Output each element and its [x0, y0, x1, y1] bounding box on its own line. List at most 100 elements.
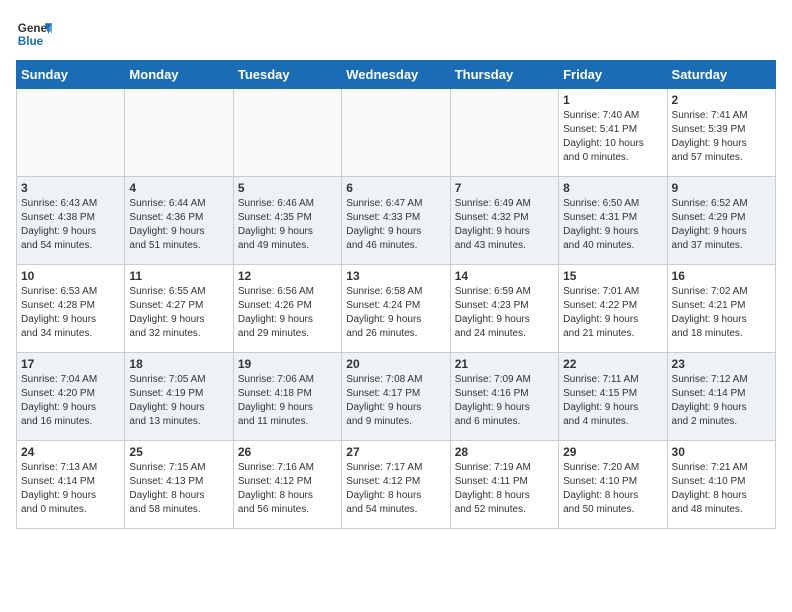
- week-row-4: 17 Sunrise: 7:04 AM Sunset: 4:20 PM Dayli…: [17, 353, 776, 441]
- day-cell-7: 7 Sunrise: 6:49 AM Sunset: 4:32 PM Daylig…: [450, 177, 558, 265]
- day-cell-17: 17 Sunrise: 7:04 AM Sunset: 4:20 PM Dayli…: [17, 353, 125, 441]
- day-cell-2: 2 Sunrise: 7:41 AM Sunset: 5:39 PM Daylig…: [667, 89, 775, 177]
- day-info: Sunrise: 7:06 AM Sunset: 4:18 PM Dayligh…: [238, 373, 337, 429]
- day-cell-26: 26 Sunrise: 7:16 AM Sunset: 4:12 PM Dayli…: [233, 441, 341, 529]
- weekday-header-thursday: Thursday: [450, 61, 558, 89]
- day-number: 29: [563, 445, 662, 459]
- day-info: Sunrise: 6:56 AM Sunset: 4:26 PM Dayligh…: [238, 285, 337, 341]
- day-cell-5: 5 Sunrise: 6:46 AM Sunset: 4:35 PM Daylig…: [233, 177, 341, 265]
- day-info: Sunrise: 6:58 AM Sunset: 4:24 PM Dayligh…: [346, 285, 445, 341]
- day-cell-12: 12 Sunrise: 6:56 AM Sunset: 4:26 PM Dayli…: [233, 265, 341, 353]
- week-row-5: 24 Sunrise: 7:13 AM Sunset: 4:14 PM Dayli…: [17, 441, 776, 529]
- day-cell-3: 3Sunrise: 6:43 AM Sunset: 4:38 PM Daylig…: [17, 177, 125, 265]
- weekday-header-wednesday: Wednesday: [342, 61, 450, 89]
- day-number: 25: [129, 445, 228, 459]
- day-info: Sunrise: 6:46 AM Sunset: 4:35 PM Dayligh…: [238, 197, 337, 253]
- day-cell-30: 30 Sunrise: 7:21 AM Sunset: 4:10 PM Dayli…: [667, 441, 775, 529]
- day-info: Sunrise: 7:08 AM Sunset: 4:17 PM Dayligh…: [346, 373, 445, 429]
- day-cell-18: 18 Sunrise: 7:05 AM Sunset: 4:19 PM Dayli…: [125, 353, 233, 441]
- day-number: 5: [238, 181, 337, 195]
- day-number: 2: [672, 93, 771, 107]
- week-row-1: 1Sunrise: 7:40 AM Sunset: 5:41 PM Daylig…: [17, 89, 776, 177]
- day-cell-13: 13 Sunrise: 6:58 AM Sunset: 4:24 PM Dayli…: [342, 265, 450, 353]
- day-info: Sunrise: 7:15 AM Sunset: 4:13 PM Dayligh…: [129, 461, 228, 517]
- day-info: Sunrise: 6:55 AM Sunset: 4:27 PM Dayligh…: [129, 285, 228, 341]
- day-cell-16: 16 Sunrise: 7:02 AM Sunset: 4:21 PM Dayli…: [667, 265, 775, 353]
- day-number: 21: [455, 357, 554, 371]
- day-cell-24: 24 Sunrise: 7:13 AM Sunset: 4:14 PM Dayli…: [17, 441, 125, 529]
- day-number: 12: [238, 269, 337, 283]
- day-cell-29: 29 Sunrise: 7:20 AM Sunset: 4:10 PM Dayli…: [559, 441, 667, 529]
- day-cell-25: 25 Sunrise: 7:15 AM Sunset: 4:13 PM Dayli…: [125, 441, 233, 529]
- day-number: 10: [21, 269, 120, 283]
- day-number: 30: [672, 445, 771, 459]
- day-cell-23: 23Sunrise: 7:12 AM Sunset: 4:14 PM Dayli…: [667, 353, 775, 441]
- day-info: Sunrise: 7:16 AM Sunset: 4:12 PM Dayligh…: [238, 461, 337, 517]
- day-info: Sunrise: 7:21 AM Sunset: 4:10 PM Dayligh…: [672, 461, 771, 517]
- day-cell-28: 28Sunrise: 7:19 AM Sunset: 4:11 PM Dayli…: [450, 441, 558, 529]
- calendar: SundayMondayTuesdayWednesdayThursdayFrid…: [16, 60, 776, 529]
- day-info: Sunrise: 6:50 AM Sunset: 4:31 PM Dayligh…: [563, 197, 662, 253]
- day-info: Sunrise: 7:20 AM Sunset: 4:10 PM Dayligh…: [563, 461, 662, 517]
- day-info: Sunrise: 7:02 AM Sunset: 4:21 PM Dayligh…: [672, 285, 771, 341]
- logo: General Blue: [16, 16, 52, 52]
- day-cell-27: 27Sunrise: 7:17 AM Sunset: 4:12 PM Dayli…: [342, 441, 450, 529]
- day-cell-1: 1Sunrise: 7:40 AM Sunset: 5:41 PM Daylig…: [559, 89, 667, 177]
- day-number: 16: [672, 269, 771, 283]
- day-number: 4: [129, 181, 228, 195]
- day-number: 3: [21, 181, 120, 195]
- day-number: 24: [21, 445, 120, 459]
- day-cell-22: 22Sunrise: 7:11 AM Sunset: 4:15 PM Dayli…: [559, 353, 667, 441]
- day-cell-20: 20 Sunrise: 7:08 AM Sunset: 4:17 PM Dayli…: [342, 353, 450, 441]
- weekday-header-sunday: Sunday: [17, 61, 125, 89]
- day-number: 17: [21, 357, 120, 371]
- day-number: 8: [563, 181, 662, 195]
- day-info: Sunrise: 7:04 AM Sunset: 4:20 PM Dayligh…: [21, 373, 120, 429]
- day-number: 11: [129, 269, 228, 283]
- day-cell-8: 8 Sunrise: 6:50 AM Sunset: 4:31 PM Daylig…: [559, 177, 667, 265]
- day-number: 6: [346, 181, 445, 195]
- day-number: 9: [672, 181, 771, 195]
- day-cell-10: 10 Sunrise: 6:53 AM Sunset: 4:28 PM Dayli…: [17, 265, 125, 353]
- weekday-header-friday: Friday: [559, 61, 667, 89]
- day-number: 20: [346, 357, 445, 371]
- svg-text:Blue: Blue: [18, 35, 44, 48]
- day-cell-6: 6 Sunrise: 6:47 AM Sunset: 4:33 PM Daylig…: [342, 177, 450, 265]
- day-info: Sunrise: 7:11 AM Sunset: 4:15 PM Dayligh…: [563, 373, 662, 429]
- day-info: Sunrise: 7:13 AM Sunset: 4:14 PM Dayligh…: [21, 461, 120, 517]
- weekday-header-tuesday: Tuesday: [233, 61, 341, 89]
- day-cell-15: 15 Sunrise: 7:01 AM Sunset: 4:22 PM Dayli…: [559, 265, 667, 353]
- day-number: 26: [238, 445, 337, 459]
- day-info: Sunrise: 6:47 AM Sunset: 4:33 PM Dayligh…: [346, 197, 445, 253]
- day-cell-14: 14Sunrise: 6:59 AM Sunset: 4:23 PM Dayli…: [450, 265, 558, 353]
- day-info: Sunrise: 6:59 AM Sunset: 4:23 PM Dayligh…: [455, 285, 554, 341]
- day-info: Sunrise: 6:53 AM Sunset: 4:28 PM Dayligh…: [21, 285, 120, 341]
- logo-icon: General Blue: [16, 16, 52, 52]
- day-number: 28: [455, 445, 554, 459]
- empty-cell: [125, 89, 233, 177]
- empty-cell: [450, 89, 558, 177]
- day-number: 19: [238, 357, 337, 371]
- day-info: Sunrise: 6:52 AM Sunset: 4:29 PM Dayligh…: [672, 197, 771, 253]
- day-number: 15: [563, 269, 662, 283]
- day-info: Sunrise: 7:40 AM Sunset: 5:41 PM Dayligh…: [563, 109, 662, 165]
- day-info: Sunrise: 7:41 AM Sunset: 5:39 PM Dayligh…: [672, 109, 771, 165]
- day-info: Sunrise: 7:01 AM Sunset: 4:22 PM Dayligh…: [563, 285, 662, 341]
- day-cell-11: 11 Sunrise: 6:55 AM Sunset: 4:27 PM Dayli…: [125, 265, 233, 353]
- day-info: Sunrise: 7:09 AM Sunset: 4:16 PM Dayligh…: [455, 373, 554, 429]
- day-number: 7: [455, 181, 554, 195]
- day-info: Sunrise: 6:49 AM Sunset: 4:32 PM Dayligh…: [455, 197, 554, 253]
- day-number: 27: [346, 445, 445, 459]
- day-number: 13: [346, 269, 445, 283]
- empty-cell: [342, 89, 450, 177]
- week-row-3: 10 Sunrise: 6:53 AM Sunset: 4:28 PM Dayli…: [17, 265, 776, 353]
- weekday-header-monday: Monday: [125, 61, 233, 89]
- day-info: Sunrise: 6:44 AM Sunset: 4:36 PM Dayligh…: [129, 197, 228, 253]
- header: General Blue: [16, 16, 776, 52]
- empty-cell: [17, 89, 125, 177]
- day-number: 18: [129, 357, 228, 371]
- day-info: Sunrise: 7:05 AM Sunset: 4:19 PM Dayligh…: [129, 373, 228, 429]
- day-number: 23: [672, 357, 771, 371]
- weekday-header-saturday: Saturday: [667, 61, 775, 89]
- weekday-header-row: SundayMondayTuesdayWednesdayThursdayFrid…: [17, 61, 776, 89]
